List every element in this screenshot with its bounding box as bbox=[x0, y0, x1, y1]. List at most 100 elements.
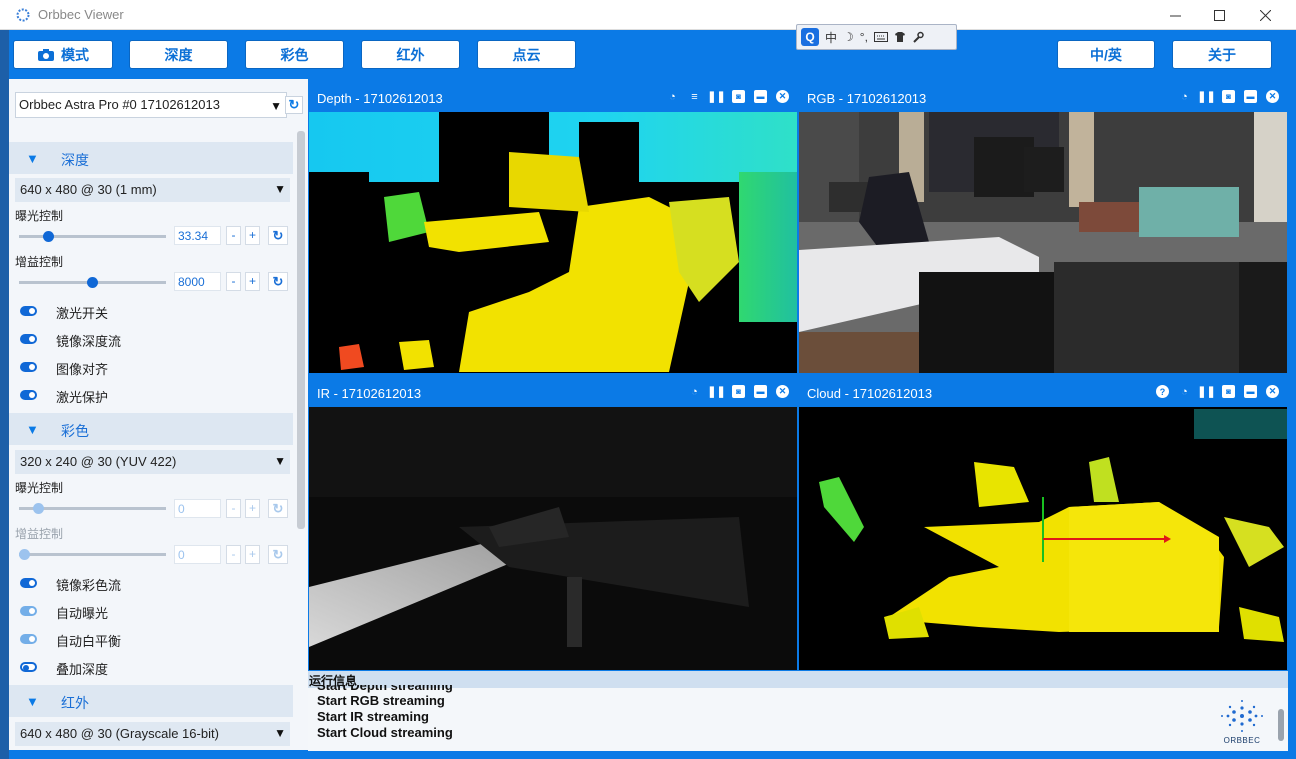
close-icon[interactable]: ✕ bbox=[776, 385, 789, 398]
ir-pane: IR - 17102612013 ◔ ❚❚ ◙ ▬ ✕ bbox=[309, 376, 797, 670]
color-gain-slider[interactable] bbox=[19, 549, 166, 560]
log-header: 运行信息 bbox=[308, 671, 1288, 688]
mode-button-label: 模式 bbox=[61, 46, 89, 63]
maximize-button[interactable] bbox=[1196, 0, 1242, 30]
laser-toggle[interactable] bbox=[20, 306, 37, 316]
log-scrollbar[interactable] bbox=[1278, 709, 1284, 741]
snapshot-icon[interactable]: ◙ bbox=[732, 90, 745, 103]
speedometer-icon[interactable]: ◔ bbox=[688, 385, 701, 398]
toggle-label: 激光开关 bbox=[56, 306, 109, 321]
filter-icon[interactable]: ≡ bbox=[688, 90, 701, 103]
depth-exposure-plus-button[interactable]: + bbox=[245, 226, 260, 245]
depth-gain-value[interactable]: 8000 bbox=[174, 272, 221, 291]
log-line: Start IR streaming bbox=[317, 709, 429, 724]
speedometer-icon[interactable]: ◔ bbox=[1178, 385, 1191, 398]
mirror-depth-toggle[interactable] bbox=[20, 334, 37, 344]
overlay-depth-toggle[interactable] bbox=[20, 662, 37, 672]
color-mode-select[interactable]: 320 x 240 @ 30 (YUV 422) ▼ bbox=[15, 450, 290, 474]
keyboard-icon[interactable] bbox=[873, 32, 888, 42]
close-icon[interactable]: ✕ bbox=[1266, 385, 1279, 398]
window-icon[interactable]: ▬ bbox=[1244, 385, 1257, 398]
cloud-button[interactable]: 点云 bbox=[477, 40, 576, 69]
title-bar: Orbbec Viewer bbox=[0, 0, 1296, 30]
laser-protect-toggle[interactable] bbox=[20, 390, 37, 400]
color-exposure-plus-button[interactable]: + bbox=[245, 499, 260, 518]
ir-stream-view[interactable] bbox=[309, 407, 797, 670]
ir-mode-select[interactable]: 640 x 480 @ 30 (Grayscale 16-bit) ▼ bbox=[15, 722, 290, 746]
cloud-pane-title: Cloud - 17102612013 bbox=[807, 386, 933, 401]
auto-white-balance-toggle[interactable] bbox=[20, 634, 37, 644]
color-exposure-value[interactable]: 0 bbox=[174, 499, 221, 518]
depth-exposure-reset-button[interactable]: ↻ bbox=[268, 226, 288, 245]
color-gain-plus-button[interactable]: + bbox=[245, 545, 260, 564]
toggle-label: 镜像深度流 bbox=[56, 334, 122, 349]
color-exposure-slider[interactable] bbox=[19, 503, 166, 514]
slider-knob[interactable] bbox=[87, 277, 98, 288]
color-exposure-reset-button[interactable]: ↻ bbox=[268, 499, 288, 518]
image-align-toggle[interactable] bbox=[20, 362, 37, 372]
color-section-header[interactable]: ▼ 彩色 bbox=[9, 413, 293, 445]
device-refresh-button[interactable]: ↻ bbox=[285, 96, 303, 114]
depth-section-header[interactable]: ▼ 深度 bbox=[9, 142, 293, 174]
device-select[interactable]: Orbbec Astra Pro #0 17102612013 ▼ bbox=[15, 92, 287, 118]
pause-icon[interactable]: ❚❚ bbox=[1197, 385, 1215, 398]
shirt-icon[interactable] bbox=[894, 31, 906, 43]
pause-icon[interactable]: ❚❚ bbox=[1197, 90, 1215, 103]
ime-punct[interactable]: °, bbox=[860, 30, 868, 44]
help-icon[interactable]: ? bbox=[1156, 385, 1169, 398]
slider-knob[interactable] bbox=[32, 503, 44, 514]
color-exposure-minus-button[interactable]: - bbox=[226, 499, 241, 518]
depth-stream-view[interactable] bbox=[309, 112, 797, 373]
color-gain-value[interactable]: 0 bbox=[174, 545, 221, 564]
color-gain-reset-button[interactable]: ↻ bbox=[268, 545, 288, 564]
slider-knob[interactable] bbox=[43, 231, 55, 242]
rgb-stream-view[interactable] bbox=[799, 112, 1287, 373]
depth-gain-plus-button[interactable]: + bbox=[245, 272, 260, 291]
pause-icon[interactable]: ❚❚ bbox=[707, 385, 725, 398]
snapshot-icon[interactable]: ◙ bbox=[1222, 90, 1235, 103]
close-icon[interactable]: ✕ bbox=[1266, 90, 1279, 103]
speedometer-icon[interactable]: ◔ bbox=[1178, 90, 1191, 103]
close-window-button[interactable] bbox=[1242, 0, 1288, 30]
close-icon[interactable]: ✕ bbox=[776, 90, 789, 103]
color-button[interactable]: 彩色 bbox=[245, 40, 344, 69]
toggle-label: 叠加深度 bbox=[56, 662, 109, 677]
about-button[interactable]: 关于 bbox=[1172, 40, 1272, 69]
panel-scrollbar[interactable] bbox=[297, 131, 305, 529]
mode-button[interactable]: 模式 bbox=[13, 40, 113, 69]
depth-button[interactable]: 深度 bbox=[129, 40, 228, 69]
slider-knob[interactable] bbox=[19, 549, 30, 560]
ime-toolbar[interactable]: Q 中 ☽ °, bbox=[796, 24, 957, 50]
speedometer-icon[interactable]: ◔ bbox=[666, 90, 679, 103]
ir-section-header[interactable]: ▼ 红外 bbox=[9, 685, 293, 717]
ime-language[interactable]: 中 bbox=[825, 29, 837, 46]
cloud-stream-view[interactable] bbox=[799, 407, 1287, 670]
wrench-icon[interactable] bbox=[912, 31, 924, 43]
depth-mode-select[interactable]: 640 x 480 @ 30 (1 mm) ▼ bbox=[15, 178, 290, 202]
depth-exposure-value[interactable]: 33.34 bbox=[174, 226, 221, 245]
depth-exposure-minus-button[interactable]: - bbox=[226, 226, 241, 245]
snapshot-icon[interactable]: ◙ bbox=[732, 385, 745, 398]
language-button-label: 中/英 bbox=[1090, 46, 1122, 63]
pause-icon[interactable]: ❚❚ bbox=[707, 90, 725, 103]
window-icon[interactable]: ▬ bbox=[754, 385, 767, 398]
depth-image bbox=[309, 112, 797, 373]
window-icon[interactable]: ▬ bbox=[754, 90, 767, 103]
window-icon[interactable]: ▬ bbox=[1244, 90, 1257, 103]
color-gain-minus-button[interactable]: - bbox=[226, 545, 241, 564]
depth-gain-reset-button[interactable]: ↻ bbox=[268, 272, 288, 291]
minimize-button[interactable] bbox=[1152, 0, 1198, 30]
ir-button[interactable]: 红外 bbox=[361, 40, 460, 69]
app-window: Orbbec Viewer 模式 深度 彩色 红外 点云 中/英 关于 Q 中 … bbox=[0, 0, 1296, 759]
ime-logo-icon[interactable]: Q bbox=[801, 28, 819, 46]
language-button[interactable]: 中/英 bbox=[1057, 40, 1155, 69]
depth-gain-minus-button[interactable]: - bbox=[226, 272, 241, 291]
mirror-color-toggle[interactable] bbox=[20, 578, 37, 588]
auto-exposure-toggle[interactable] bbox=[20, 606, 37, 616]
snapshot-icon[interactable]: ◙ bbox=[1222, 385, 1235, 398]
ime-moon-icon[interactable]: ☽ bbox=[843, 30, 854, 44]
depth-exposure-slider[interactable] bbox=[19, 231, 166, 242]
depth-gain-slider[interactable] bbox=[19, 277, 166, 288]
cloud-pane: Cloud - 17102612013 ? ◔ ❚❚ ◙ ▬ ✕ bbox=[799, 376, 1287, 670]
depth-pane-title: Depth - 17102612013 bbox=[317, 91, 443, 106]
